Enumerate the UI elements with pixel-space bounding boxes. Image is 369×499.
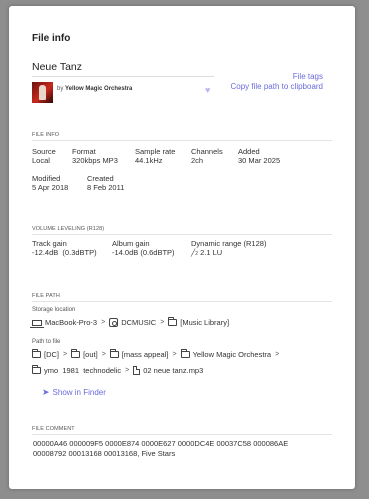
folder-icon <box>32 349 41 358</box>
copy-file-path-link[interactable]: Copy file path to clipboard <box>231 82 324 91</box>
modified-value: 5 Apr 2018 <box>32 183 69 192</box>
divider <box>32 301 332 302</box>
storage-location-label: Storage location <box>32 307 76 313</box>
laptop-icon <box>30 319 44 328</box>
storage-location-path: MacBook-Pro-3 > DCMUSIC > [Music Library… <box>30 317 229 328</box>
folder-icon <box>168 317 178 326</box>
divider <box>32 234 332 235</box>
file-info-dialog: File info Neue Tanz by Yellow Magic Orch… <box>9 6 355 489</box>
track-title: Neue Tanz <box>32 61 83 73</box>
track-gain-label: Track gain <box>32 239 67 248</box>
album-gain-field: Album gain -14.0dB (0.6dBTP) <box>112 239 175 257</box>
path-to-file-label: Path to file <box>32 339 61 345</box>
chevron-right-icon: > <box>172 351 177 358</box>
chevron-right-icon: > <box>101 351 106 358</box>
modified-field: Modified 5 Apr 2018 <box>32 174 68 192</box>
folder-icon <box>71 349 81 358</box>
storage-item-computer[interactable]: MacBook-Pro-3 <box>45 318 97 327</box>
dynamic-range-value: 2.1 LU <box>200 248 223 257</box>
path-file-name[interactable]: 02 neue tanz.mp3 <box>143 366 203 375</box>
album-gain-label: Album gain <box>112 239 150 248</box>
modified-label: Modified <box>32 174 61 183</box>
divider <box>32 76 214 77</box>
show-in-finder-link[interactable]: ➤ Show in Finder <box>42 387 106 398</box>
channels-label: Channels <box>191 147 223 156</box>
album-cover <box>32 82 53 103</box>
storage-item-library[interactable]: [Music Library] <box>180 318 229 327</box>
path-to-file-row-2: ymo 1981 technodelic > 02 neue tanz.mp3 <box>32 365 203 375</box>
created-field: Created 8 Feb 2011 <box>87 174 124 192</box>
by-prefix: by <box>57 86 64 92</box>
chevron-right-icon: > <box>101 319 106 326</box>
format-field: Format 320kbps MP3 <box>72 147 118 165</box>
folder-icon <box>180 349 190 358</box>
disk-icon <box>109 318 119 327</box>
file-icon <box>133 366 141 375</box>
chevron-right-icon: > <box>275 351 280 358</box>
artist-name[interactable]: Yellow Magic Orchestra <box>65 86 132 92</box>
file-info-heading: FILE INFO <box>32 132 60 138</box>
divider <box>32 140 332 141</box>
path-segment[interactable]: Yellow Magic Orchestra <box>193 350 272 359</box>
album-gain-value: -14.0dB (0.6dBTP) <box>112 248 175 257</box>
chevron-right-icon: > <box>63 351 68 358</box>
source-field: Source Local <box>32 147 56 165</box>
arrow-icon: ➤ <box>42 387 50 397</box>
format-value: 320kbps MP3 <box>72 156 118 165</box>
path-segment[interactable]: [mass appeal] <box>122 350 169 359</box>
show-in-finder-label: Show in Finder <box>52 388 106 397</box>
heart-icon[interactable]: ♥ <box>205 85 210 95</box>
file-comment-heading: FILE COMMENT <box>32 426 75 432</box>
volume-leveling-heading: VOLUME LEVELING (R128) <box>32 226 105 232</box>
track-artist-line: by Yellow Magic Orchestra <box>57 86 132 92</box>
track-gain-value: -12.4dB (0.3dBTP) <box>32 248 97 257</box>
sample-rate-field: Sample rate 44.1kHz <box>135 147 175 165</box>
folder-icon <box>109 349 119 358</box>
track-gain-field: Track gain -12.4dB (0.3dBTP) <box>32 239 97 257</box>
added-field: Added 30 Mar 2025 <box>238 147 280 165</box>
path-to-file-row-1: [DC] > [out] > [mass appeal] > Yellow Ma… <box>32 349 283 359</box>
sample-rate-value: 44.1kHz <box>135 156 163 165</box>
file-path-heading: FILE PATH <box>32 293 60 299</box>
added-label: Added <box>238 147 260 156</box>
chevron-right-icon: > <box>160 319 165 326</box>
added-value: 30 Mar 2025 <box>238 156 281 165</box>
storage-item-volume[interactable]: DCMUSIC <box>121 318 156 327</box>
path-segment[interactable]: [out] <box>83 350 98 359</box>
chevron-right-icon: > <box>125 367 130 374</box>
file-comment-text: 00000A46 000009F5 0000E874 0000E627 0000… <box>33 439 289 458</box>
dialog-title: File info <box>32 33 71 44</box>
file-tags-link[interactable]: File tags <box>293 72 323 81</box>
path-segment[interactable]: ymo 1981 technodelic <box>44 366 121 375</box>
channels-field: Channels 2ch <box>191 147 223 165</box>
sample-rate-label: Sample rate <box>135 147 176 156</box>
dynamic-range-label: Dynamic range (R128) <box>191 239 267 248</box>
format-label: Format <box>72 147 96 156</box>
created-label: Created <box>87 174 114 183</box>
dynamic-range-field: Dynamic range (R128) ╱2 2.1 LU <box>191 239 266 259</box>
dynamic-range-icon: ╱2 <box>191 250 198 257</box>
source-label: Source <box>32 147 56 156</box>
channels-value: 2ch <box>191 156 204 165</box>
divider <box>32 434 332 435</box>
folder-icon <box>32 365 41 374</box>
created-value: 8 Feb 2011 <box>87 183 125 192</box>
source-value: Local <box>32 156 50 165</box>
path-segment[interactable]: [DC] <box>44 350 59 359</box>
